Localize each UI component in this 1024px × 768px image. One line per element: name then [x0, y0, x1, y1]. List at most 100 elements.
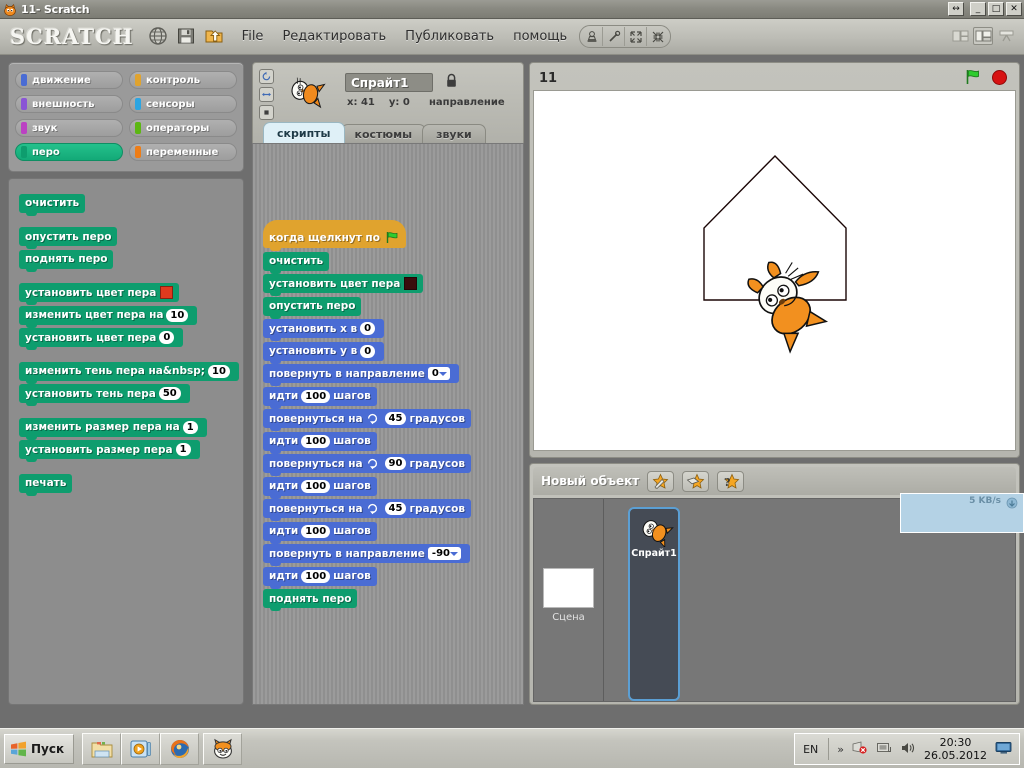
stop-icon[interactable]: [991, 69, 1008, 90]
resize-button[interactable]: ↔: [948, 2, 964, 16]
normal-stage-icon[interactable]: [973, 27, 993, 45]
display-icon[interactable]: [995, 740, 1013, 759]
category-button-2[interactable]: внешность: [15, 95, 123, 113]
tray-expand-chevron-icon[interactable]: »: [837, 743, 844, 756]
category-button-7[interactable]: переменные: [129, 143, 237, 161]
script-stack[interactable]: когда щелкнут по очистить установить цвет …: [263, 220, 471, 611]
globe-icon[interactable]: [148, 26, 170, 48]
block-pen[interactable]: изменить цвет пера на 10: [19, 305, 198, 328]
paint-new-sprite-icon[interactable]: [647, 470, 675, 492]
block-motion[interactable]: идти 100 шагов: [263, 476, 377, 499]
category-button-0[interactable]: движение: [15, 71, 123, 89]
block-pen[interactable]: установить цвет пера 0: [19, 328, 184, 350]
block-number-input[interactable]: 100: [301, 569, 331, 583]
block-number-input[interactable]: 90: [384, 457, 407, 470]
block-number-input[interactable]: 50: [158, 387, 181, 400]
scratch-icon[interactable]: [203, 732, 243, 765]
category-button-1[interactable]: контроль: [129, 71, 237, 89]
block-number-input[interactable]: 100: [301, 524, 331, 538]
stage-selector[interactable]: Сцена: [534, 499, 604, 701]
no-rotate-icon[interactable]: [259, 105, 274, 120]
presentation-icon[interactable]: [996, 27, 1016, 45]
category-button-5[interactable]: операторы: [129, 119, 237, 137]
block-motion[interactable]: повернуть в направление 0: [263, 364, 459, 386]
menu-help[interactable]: помощь: [513, 29, 567, 44]
block-number-input[interactable]: 10: [208, 364, 230, 378]
block-motion[interactable]: повернуться на 90 градусов: [263, 454, 471, 476]
category-button-4[interactable]: звук: [15, 119, 123, 137]
network-disconnected-icon[interactable]: [852, 740, 868, 759]
removable-device-icon[interactable]: [876, 740, 892, 759]
menu-edit[interactable]: Редактировать: [282, 29, 386, 44]
surprise-sprite-icon[interactable]: ?: [717, 470, 745, 492]
block-pen[interactable]: поднять перо: [263, 589, 358, 611]
block-number-input[interactable]: 100: [301, 434, 331, 448]
block-pen[interactable]: установить цвет пера: [263, 274, 424, 296]
blocks-palette[interactable]: очистить опустить перо поднять перо установ…: [8, 178, 244, 705]
tab-costumes[interactable]: костюмы: [340, 124, 427, 143]
block-pen[interactable]: изменить тень пера на&nbsp; 10: [19, 361, 239, 384]
block-motion[interactable]: идти 100 шагов: [263, 386, 377, 409]
block-motion[interactable]: установить y в0: [263, 341, 385, 364]
explorer-icon[interactable]: [82, 732, 122, 765]
block-number-input[interactable]: 100: [301, 479, 331, 493]
block-number-input[interactable]: 45: [384, 412, 407, 425]
media-player-icon[interactable]: [121, 732, 161, 765]
block-motion[interactable]: установить x в0: [263, 319, 385, 341]
scripts-area[interactable]: когда щелкнут по очистить установить цвет …: [252, 143, 524, 705]
block-pen[interactable]: установить тень пера 50: [19, 384, 190, 406]
block-motion[interactable]: идти 100 шагов: [263, 566, 377, 589]
block-dropdown-input[interactable]: 0: [427, 367, 450, 380]
menu-share[interactable]: Публиковать: [405, 29, 494, 44]
block-motion[interactable]: повернуться на 45 градусов: [263, 409, 471, 431]
volume-icon[interactable]: [900, 740, 916, 759]
save-icon[interactable]: [176, 26, 198, 48]
minimize-button[interactable]: _: [970, 2, 986, 16]
block-number-input[interactable]: 0: [159, 331, 175, 344]
close-button[interactable]: ✕: [1006, 2, 1022, 16]
block-number-input[interactable]: 1: [175, 443, 191, 456]
block-motion[interactable]: идти 100 шагов: [263, 521, 377, 544]
block-number-input[interactable]: 10: [166, 308, 189, 322]
shrink-icon[interactable]: [647, 27, 669, 46]
block-pen[interactable]: очистить: [19, 193, 86, 216]
block-pen[interactable]: поднять перо: [19, 249, 114, 272]
language-indicator[interactable]: EN: [803, 743, 818, 756]
block-dropdown-input[interactable]: -90: [427, 547, 461, 560]
grow-icon[interactable]: [625, 27, 648, 46]
sprite-list-item[interactable]: Спрайт1: [628, 507, 680, 701]
block-number-input[interactable]: 0: [360, 344, 376, 358]
block-color-swatch[interactable]: [160, 286, 174, 299]
block-pen[interactable]: изменить размер пера на 1: [19, 417, 207, 440]
block-motion[interactable]: идти 100 шагов: [263, 431, 377, 454]
stamp-icon[interactable]: [581, 27, 604, 46]
small-stage-icon[interactable]: [950, 27, 970, 45]
maximize-button[interactable]: □: [988, 2, 1004, 16]
block-hat[interactable]: когда щелкнут по: [263, 220, 406, 251]
flip-icon[interactable]: [259, 87, 274, 102]
category-button-6[interactable]: перо: [15, 143, 123, 161]
share-icon[interactable]: [204, 26, 226, 48]
rotate-icon[interactable]: [259, 69, 274, 84]
block-number-input[interactable]: 1: [182, 420, 198, 434]
block-number-input[interactable]: 100: [301, 389, 331, 403]
block-number-input[interactable]: 45: [384, 502, 407, 515]
block-motion[interactable]: повернуть в направление -90: [263, 544, 470, 566]
tab-scripts[interactable]: скрипты: [263, 122, 345, 143]
block-pen[interactable]: опустить перо: [19, 227, 118, 249]
tab-sounds[interactable]: звуки: [422, 124, 486, 143]
wand-icon[interactable]: [603, 27, 626, 46]
block-number-input[interactable]: 0: [360, 322, 376, 335]
taskbar-clock[interactable]: 20:30 26.05.2012: [924, 736, 987, 762]
lock-icon[interactable]: [445, 73, 458, 92]
block-pen[interactable]: печать: [19, 473, 73, 496]
sprite-name-field[interactable]: Спрайт1: [345, 73, 433, 92]
block-pen[interactable]: очистить: [263, 251, 330, 274]
block-motion[interactable]: повернуться на 45 градусов: [263, 499, 471, 521]
start-button[interactable]: Пуск: [4, 733, 75, 764]
block-pen[interactable]: установить размер пера 1: [19, 440, 200, 462]
green-flag-icon[interactable]: [964, 68, 982, 90]
stage-canvas[interactable]: [533, 90, 1016, 451]
firefox-icon[interactable]: [160, 732, 200, 765]
import-sprite-icon[interactable]: [682, 470, 710, 492]
